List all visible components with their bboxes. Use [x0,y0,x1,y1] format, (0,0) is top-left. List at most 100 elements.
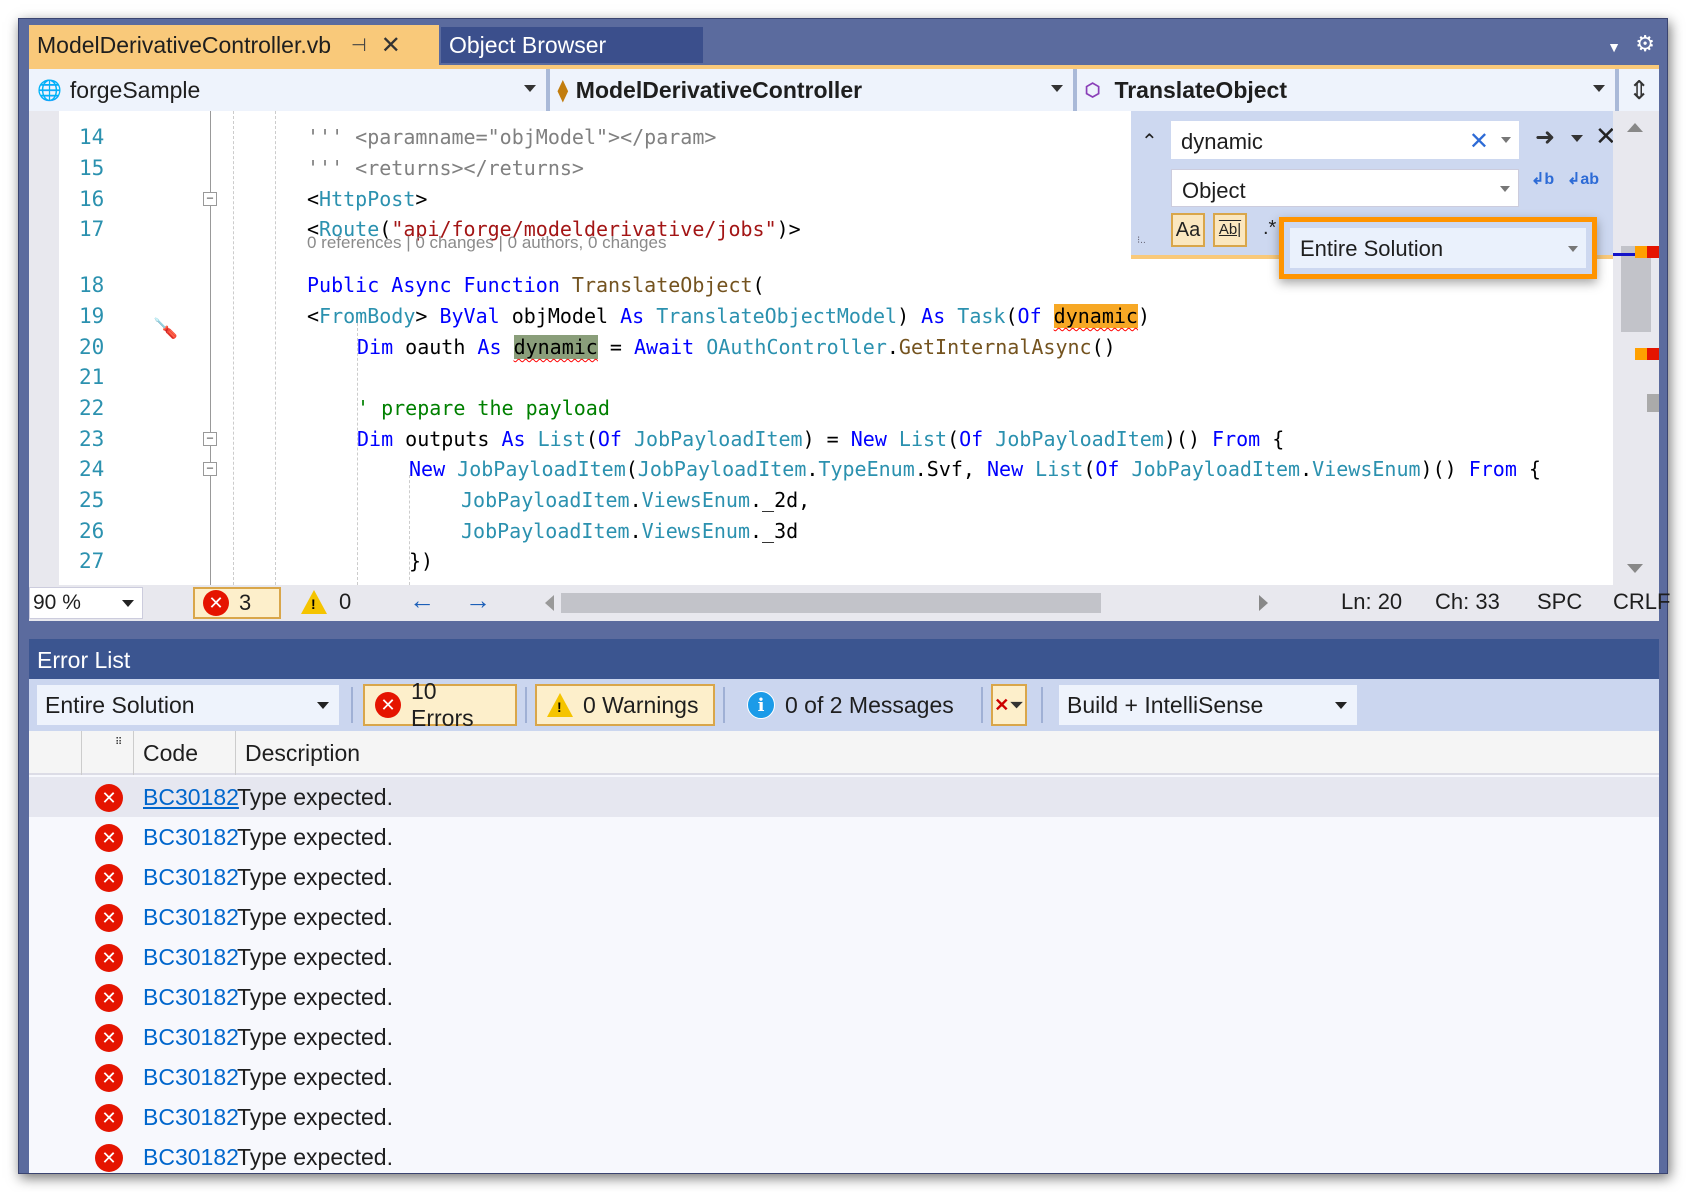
error-list-toolbar: Entire Solution ✕ 10 Errors ! 0 Warnings… [29,678,1659,731]
close-icon[interactable]: ✕ [381,31,401,60]
error-code-link[interactable]: BC30182 [143,984,239,1011]
column-options-icon[interactable]: ⠿ [115,737,122,748]
table-row[interactable]: ✕ BC30182 Type expected. [29,1057,1659,1097]
error-code-link[interactable]: BC30182 [143,1104,239,1131]
error-description: Type expected. [237,864,393,890]
replace-input[interactable]: Object [1171,169,1519,207]
column-divider[interactable] [133,731,134,775]
error-code-link[interactable]: BC30182 [143,864,239,891]
line-number: 17 [79,217,105,241]
tab-object-browser[interactable]: Object Browser [441,27,703,63]
scroll-thumb[interactable] [1621,246,1651,332]
regex-icon[interactable]: .* [1263,217,1276,240]
search-history-dropdown[interactable] [1501,137,1511,143]
column-header-description[interactable]: Description [245,740,360,767]
find-input[interactable]: dynamic ✕ [1171,121,1519,159]
error-code-link[interactable]: BC30182 [143,824,239,851]
error-code-link[interactable]: BC30182 [143,944,239,971]
navigate-back-icon[interactable]: ← [409,585,435,616]
line-indicator[interactable]: Ln: 20 [1341,589,1402,615]
code-editor[interactable]: 14 15 16 17 18 19 20 21 22 23 24 25 26 2… [29,111,1659,585]
line-ending-indicator[interactable]: CRLF [1613,589,1670,615]
warnings-filter-toggle[interactable]: ! 0 Warnings [535,684,715,726]
indent-guide [275,111,276,585]
table-row[interactable]: ✕ BC30182 Type expected. [29,857,1659,897]
code-line-20: Dim oauth As dynamic = Await OAuthContro… [357,335,1116,359]
errors-filter-toggle[interactable]: ✕ 10 Errors [363,678,517,731]
resize-grip-icon[interactable]: ⁝.. [1137,235,1146,246]
clear-filter-button[interactable]: ✕⏷ [991,684,1027,726]
error-code-link[interactable]: BC30182 [143,904,239,931]
screwdriver-icon[interactable]: 🪛 [153,316,178,340]
toggle-replace-icon[interactable]: ⌃ [1141,129,1158,154]
replace-all-icon[interactable]: ↲ab [1567,169,1599,189]
tab-modelderivativecontroller[interactable]: ModelDerivativeController.vb ⊣ ✕ [29,25,439,65]
scroll-right-icon[interactable] [1259,595,1268,611]
collapse-toggle[interactable]: − [203,192,217,206]
search-scope-dropdown[interactable]: Entire Solution [1290,228,1586,268]
table-row[interactable]: ✕ BC30182 Type expected. [29,937,1659,977]
error-icon: ✕ [95,1104,123,1132]
class-dropdown[interactable]: ⧫ ModelDerivativeController [549,69,1077,111]
find-next-icon[interactable]: ➜ [1535,123,1555,152]
codelens-info[interactable]: 0 references | 0 changes | 0 authors, 0 … [307,233,666,253]
web-project-icon: 🌐 [37,79,62,102]
horizontal-scroll-thumb[interactable] [561,593,1101,613]
error-scope-dropdown[interactable]: Entire Solution [37,685,339,725]
table-row[interactable]: ✕ BC30182 Type expected. [29,1097,1659,1137]
chevron-down-icon [523,85,536,92]
vs-window: ModelDerivativeController.vb ⊣ ✕ Object … [18,18,1670,1177]
navigate-forward-icon[interactable]: → [465,585,491,616]
column-header-code[interactable]: Code [143,740,198,767]
table-row[interactable]: ✕ BC30182 Type expected. [29,777,1659,817]
match-case-toggle[interactable]: Aa [1171,213,1205,247]
line-number: 23 [79,427,105,451]
error-icon: ✕ [95,784,123,812]
column-divider[interactable] [81,731,82,775]
error-icon: ✕ [203,590,229,616]
chevron-down-icon [1335,702,1347,709]
scroll-left-icon[interactable] [545,595,554,611]
split-window-icon[interactable]: ⇕ [1619,69,1659,111]
indent-guide [357,323,358,585]
vertical-scrollbar[interactable] [1613,111,1659,585]
collapse-toggle[interactable]: − [203,462,217,476]
error-icon: ✕ [95,864,123,892]
gear-icon[interactable]: ⚙ [1635,31,1655,57]
warning-count-button[interactable]: ! 0 [301,589,351,615]
table-row[interactable]: ✕ BC30182 Type expected. [29,1017,1659,1057]
column-divider[interactable] [235,731,236,775]
table-row[interactable]: ✕ BC30182 Type expected. [29,897,1659,937]
error-description: Type expected. [237,904,393,930]
match-whole-word-toggle[interactable]: Ab| [1213,213,1247,247]
scroll-down-icon[interactable] [1627,564,1643,573]
replace-history-dropdown[interactable] [1500,186,1510,192]
error-code-link[interactable]: BC30182 [143,1024,239,1051]
zoom-dropdown[interactable]: 90 % [29,587,143,619]
error-code-link[interactable]: BC30182 [143,1064,239,1091]
collapse-toggle[interactable]: − [203,432,217,446]
indent-indicator[interactable]: SPC [1537,589,1582,615]
code-line-26: JobPayloadItem.ViewsEnum._3d [461,519,799,543]
error-code-link[interactable]: BC30182 [143,784,239,811]
table-row[interactable]: ✕ BC30182 Type expected. [29,1137,1659,1177]
clear-search-icon[interactable]: ✕ [1469,127,1489,156]
messages-filter-toggle[interactable]: i 0 of 2 Messages [747,684,954,726]
scroll-up-icon[interactable] [1627,123,1643,132]
chevron-down-icon [1050,85,1063,92]
replace-next-icon[interactable]: ↲b [1531,169,1554,189]
error-count-button[interactable]: ✕ 3 [193,587,281,619]
find-next-dropdown[interactable] [1571,135,1583,142]
member-dropdown[interactable]: ⬡ TranslateObject [1076,69,1620,111]
pin-icon[interactable]: ⊣ [351,35,367,56]
class-name: ModelDerivativeController [575,76,863,103]
table-row[interactable]: ✕ BC30182 Type expected. [29,977,1659,1017]
error-code-link[interactable]: BC30182 [143,1144,239,1171]
column-indicator[interactable]: Ch: 33 [1435,589,1500,615]
error-description: Type expected. [237,1064,393,1090]
table-row[interactable]: ✕ BC30182 Type expected. [29,817,1659,857]
error-icon: ✕ [95,1064,123,1092]
project-dropdown[interactable]: 🌐 forgeSample [29,69,550,111]
source-dropdown[interactable]: Build + IntelliSense [1059,685,1357,725]
chevron-down-icon[interactable]: ▼ [1607,39,1621,55]
